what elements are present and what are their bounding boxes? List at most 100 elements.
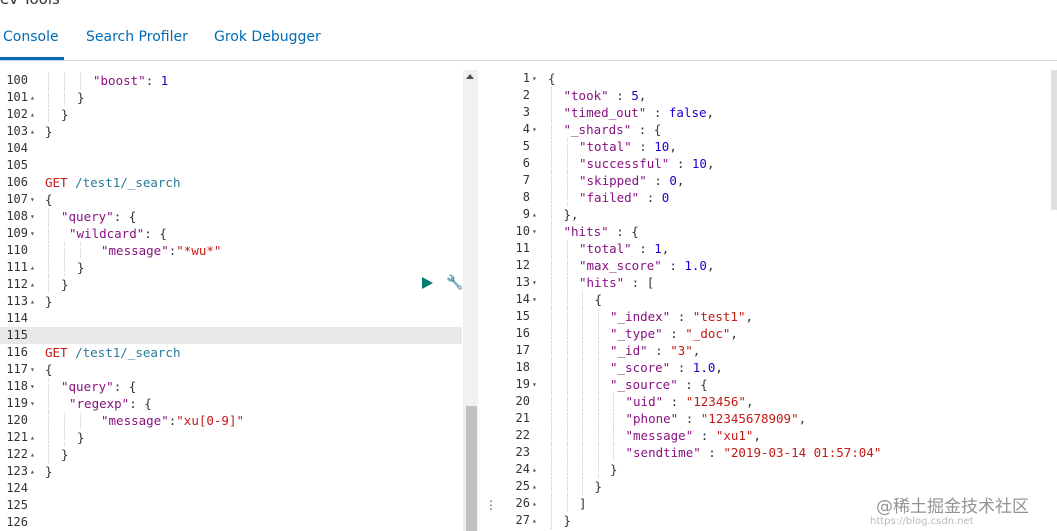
line-number: 100 (6, 73, 28, 87)
fold-close-icon[interactable]: ▴ (30, 276, 35, 293)
indent-guide (566, 274, 568, 291)
indent-guide (48, 242, 49, 259)
pane-resizer[interactable] (481, 70, 493, 531)
code-token: : (646, 173, 670, 188)
code-line: 114 (0, 310, 462, 327)
tab-console[interactable]: Console (3, 29, 59, 45)
code-text: "_shards" : { (564, 121, 662, 138)
code-line: 12 "max_score" : 1.0, (495, 257, 1051, 274)
indent-guide (566, 325, 568, 342)
fold-close-icon[interactable]: ▴ (30, 463, 35, 480)
fold-open-icon[interactable]: ▾ (532, 70, 537, 87)
code-line: 16 "_type" : "_doc", (495, 325, 1051, 342)
line-number: 110 (6, 243, 28, 257)
fold-open-icon[interactable]: ▾ (532, 376, 537, 393)
code-text: "query": { (61, 208, 136, 225)
indent-guide (597, 342, 599, 359)
editor-scrollbar-thumb[interactable] (466, 406, 477, 531)
watermark-url: https://blog.csdn.net (870, 516, 974, 527)
fold-close-icon[interactable]: ▴ (532, 478, 537, 495)
line-number: 116 (6, 345, 28, 359)
code-line: 126 (0, 514, 462, 531)
app-title: ev Tools (0, 0, 60, 8)
indent-guide (551, 155, 552, 172)
line-number: 10 (515, 224, 530, 238)
code-token: : (662, 326, 686, 341)
fold-open-icon[interactable]: ▾ (30, 225, 35, 242)
code-text: } (77, 89, 85, 106)
indent-guide (597, 376, 599, 393)
line-number: 11 (515, 241, 530, 255)
line-number: 120 (6, 413, 28, 427)
indent-guide (566, 155, 568, 172)
fold-open-icon[interactable]: ▾ (30, 191, 35, 208)
indent-guide (582, 427, 583, 444)
indent-guide (48, 89, 49, 106)
indent-guide (48, 208, 49, 225)
fold-open-icon[interactable]: ▾ (30, 395, 35, 412)
response-scrollbar-thumb[interactable] (1051, 70, 1057, 210)
code-token: "_id" (610, 343, 648, 358)
indent-guide (551, 495, 552, 512)
indent-guide (551, 189, 552, 206)
tab-search-profiler[interactable]: Search Profiler (86, 29, 188, 45)
indent-guide (551, 172, 552, 189)
indent-guide (48, 446, 49, 463)
fold-close-icon[interactable]: ▴ (30, 429, 35, 446)
indent-guide (597, 410, 599, 427)
fold-open-icon[interactable]: ▾ (532, 291, 537, 308)
fold-open-icon[interactable]: ▾ (30, 378, 35, 395)
line-number: 106 (6, 175, 28, 189)
code-text: "failed" : 0 (579, 189, 669, 206)
fold-close-icon[interactable]: ▴ (532, 495, 537, 512)
line-number: 121 (6, 430, 28, 444)
fold-close-icon[interactable]: ▴ (30, 89, 35, 106)
code-text: "_type" : "_doc", (610, 325, 738, 342)
code-text: ] (579, 495, 587, 512)
scroll-up-arrow-icon[interactable] (466, 74, 474, 79)
fold-open-icon[interactable]: ▾ (30, 208, 35, 225)
fold-open-icon[interactable]: ▾ (532, 223, 537, 240)
line-number: 12 (515, 258, 530, 272)
wrench-icon[interactable]: 🔧 (446, 275, 463, 291)
code-text: } (45, 293, 53, 310)
fold-open-icon[interactable]: ▾ (30, 361, 35, 378)
line-number: 7 (522, 173, 530, 187)
fold-close-icon[interactable]: ▴ (30, 293, 35, 310)
fold-open-icon[interactable]: ▾ (532, 121, 537, 138)
code-token: 10 (691, 156, 707, 171)
code-token: , (715, 360, 723, 375)
line-number: 123 (6, 464, 28, 478)
code-line: 108 ▾ "query": { (0, 208, 462, 225)
indent-guide (566, 444, 568, 461)
code-token: GET (45, 345, 76, 360)
tab-grok-debugger[interactable]: Grok Debugger (214, 29, 321, 45)
code-token: 1 (654, 241, 662, 256)
fold-close-icon[interactable]: ▴ (30, 123, 35, 140)
indent-guide (582, 478, 583, 495)
code-token: "12345678909" (700, 411, 799, 426)
code-token: "phone" (625, 411, 679, 426)
request-editor[interactable]: 100 "boost": 1 101 ▴} 102 ▴} 103 ▴} 104 105 106 GET… (0, 70, 478, 531)
code-token: "uid" (625, 394, 664, 409)
indent-guide (613, 410, 614, 427)
code-token: "xu1" (715, 428, 754, 443)
fold-close-icon[interactable]: ▴ (30, 259, 35, 276)
code-token: "_index" (610, 309, 671, 324)
code-line: 118 ▾ "query": { (0, 378, 462, 395)
fold-close-icon[interactable]: ▴ (30, 446, 35, 463)
fold-close-icon[interactable]: ▴ (532, 206, 537, 223)
code-text: "took" : 5, (564, 87, 647, 104)
indent-guide (566, 359, 568, 376)
fold-close-icon[interactable]: ▴ (532, 461, 537, 478)
fold-close-icon[interactable]: ▴ (30, 106, 35, 123)
fold-close-icon[interactable]: ▴ (532, 512, 537, 529)
fold-open-icon[interactable]: ▾ (532, 274, 537, 291)
line-number: 113 (6, 294, 28, 308)
code-token: : (670, 360, 693, 375)
line-number: 2 (522, 88, 530, 102)
play-icon[interactable] (422, 277, 433, 289)
code-token: 1.0 (692, 360, 716, 375)
code-text: "message":"*wu*" (101, 242, 221, 259)
indent-guide (582, 376, 583, 393)
